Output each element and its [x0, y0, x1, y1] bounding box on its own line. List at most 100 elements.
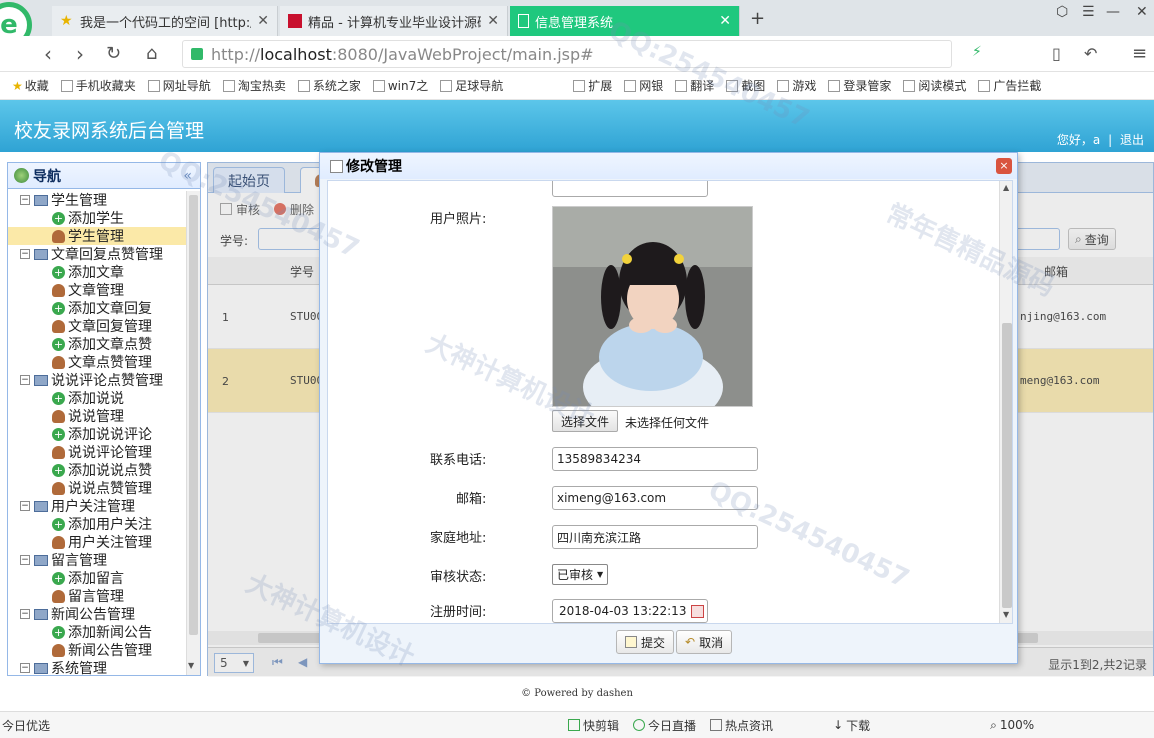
bookmark-item[interactable]: win7之 — [372, 77, 428, 94]
email-field[interactable]: ximeng@163.com — [552, 486, 758, 510]
user-icon — [52, 481, 65, 495]
nav-item[interactable]: 文章回复管理 — [8, 317, 186, 335]
phone-field[interactable]: 13589834234 — [552, 447, 758, 471]
status-item[interactable]: 热点资讯 — [710, 717, 773, 734]
nav-item[interactable]: + 添加用户关注 — [8, 515, 186, 533]
regtime-field[interactable]: 2018-04-03 13:22:13 — [552, 599, 708, 623]
tree-toggle-icon[interactable]: − — [20, 555, 30, 565]
zoom-control[interactable]: ⌕ 100% — [990, 718, 1034, 733]
nav-item[interactable]: 说说管理 — [8, 407, 186, 425]
tool-item[interactable]: 截图 — [726, 77, 765, 94]
refresh-icon[interactable]: ↻ — [106, 43, 121, 64]
tool-item[interactable]: 翻译 — [675, 77, 714, 94]
tool-item[interactable]: 阅读模式 — [903, 77, 966, 94]
nav-item[interactable]: + 添加说说 — [8, 389, 186, 407]
address-field[interactable]: 四川南充滨江路 — [552, 525, 758, 549]
bookmark-item[interactable]: 足球导航 — [440, 77, 503, 94]
home-icon[interactable]: ⌂ — [146, 43, 157, 64]
forward-icon[interactable]: › — [76, 42, 84, 66]
nav-scroll-thumb[interactable] — [189, 195, 198, 635]
nav-group[interactable]: − 新闻公告管理 — [8, 605, 186, 623]
tool-item[interactable]: 广告拦截 — [978, 77, 1041, 94]
nav-item[interactable]: + 添加说说评论 — [8, 425, 186, 443]
tree-toggle-icon[interactable]: − — [20, 375, 30, 385]
tree-toggle-icon[interactable]: − — [20, 249, 30, 259]
nav-item[interactable]: 说说评论管理 — [8, 443, 186, 461]
close-icon[interactable]: ✕ — [487, 13, 499, 29]
nav-group[interactable]: − 学生管理 — [8, 191, 186, 209]
nav-item[interactable]: 用户关注管理 — [8, 533, 186, 551]
menu-icon[interactable]: ☰ — [1082, 4, 1095, 20]
close-icon[interactable]: ✕ — [719, 13, 731, 29]
audit-status-select[interactable]: 已审核 ▼ — [552, 564, 609, 585]
nav-item[interactable]: + 添加学生 — [8, 209, 186, 227]
status-item[interactable]: 今日直播 — [633, 717, 696, 734]
shirt-skin-icon[interactable]: ⬡ — [1056, 4, 1068, 20]
tool-item[interactable]: 网银 — [624, 77, 663, 94]
collapse-icon[interactable]: « — [183, 168, 192, 184]
nav-item[interactable]: 说说点赞管理 — [8, 479, 186, 497]
dialog-close-button[interactable]: × — [996, 158, 1012, 174]
nav-item[interactable]: + 添加文章点赞 — [8, 335, 186, 353]
bookmark-item[interactable]: 系统之家 — [297, 77, 361, 94]
status-item[interactable]: ↓ 下载 — [833, 717, 870, 734]
nav-item[interactable]: + 添加新闻公告 — [8, 623, 186, 641]
choose-file-button[interactable]: 选择文件 — [552, 410, 619, 432]
bookmark-item[interactable]: 淘宝热卖 — [222, 77, 286, 94]
tool-item[interactable]: 游戏 — [777, 77, 816, 94]
nav-item[interactable]: 新闻公告管理 — [8, 641, 186, 659]
nav-item[interactable]: 文章管理 — [8, 281, 186, 299]
scroll-down-icon[interactable]: ▼ — [188, 661, 194, 670]
tree-toggle-icon[interactable]: − — [20, 609, 30, 619]
nav-item[interactable]: + 添加留言 — [8, 569, 186, 587]
nav-item[interactable]: + 添加说说点赞 — [8, 461, 186, 479]
bookmark-favorites[interactable]: ★ 收藏 — [12, 77, 49, 94]
dialog-scrollbar[interactable]: ▲ ▼ — [999, 181, 1012, 623]
close-icon[interactable]: ✕ — [257, 13, 269, 29]
nav-item[interactable]: + 添加文章回复 — [8, 299, 186, 317]
nav-group[interactable]: − 系统管理 — [8, 659, 186, 675]
tree-toggle-icon[interactable]: − — [20, 195, 30, 205]
nav-scrollbar[interactable]: ▼ — [186, 191, 200, 675]
nav-group[interactable]: − 文章回复点赞管理 — [8, 245, 186, 263]
hamburger-icon[interactable]: ≡ — [1132, 43, 1147, 64]
bookmark-item[interactable]: 网址导航 — [147, 77, 211, 94]
nav-group[interactable]: − 说说评论点赞管理 — [8, 371, 186, 389]
prev-field-input[interactable] — [552, 181, 708, 197]
add-icon: + — [52, 265, 65, 279]
submit-button[interactable]: 提交 — [616, 630, 675, 654]
nav-item[interactable]: + 添加文章 — [8, 263, 186, 281]
page-icon — [222, 79, 235, 92]
nav-group[interactable]: − 用户关注管理 — [8, 497, 186, 515]
scroll-up-icon[interactable]: ▲ — [1003, 183, 1009, 192]
tool-item[interactable]: 扩展 — [573, 77, 612, 94]
back-icon[interactable]: ‹ — [44, 42, 52, 66]
status-left-text[interactable]: 今日优选 — [2, 717, 50, 734]
app-title: 校友录网系统后台管理 — [14, 120, 205, 142]
nav-item[interactable]: 学生管理 — [8, 227, 186, 245]
tree-toggle-icon[interactable]: − — [20, 663, 30, 673]
page-icon — [60, 79, 73, 92]
minimize-icon[interactable]: — — [1106, 4, 1120, 20]
url-input[interactable]: http://localhost:8080/JavaWebProject/mai… — [182, 40, 952, 68]
tool-item[interactable]: 登录管家 — [828, 77, 891, 94]
logout-link[interactable]: 退出 — [1120, 133, 1144, 147]
browser-tab-1[interactable]: ★ 我是一个代码工的空间 [http://2 ✕ — [52, 6, 278, 36]
bookmark-item[interactable]: 手机收藏夹 — [60, 77, 136, 94]
calendar-icon[interactable] — [691, 604, 704, 618]
window-close-icon[interactable]: ✕ — [1136, 4, 1148, 20]
cancel-button[interactable]: ↶ 取消 — [676, 630, 733, 654]
browser-tab-2[interactable]: 精品 - 计算机专业毕业设计源码 ✕ — [280, 6, 508, 36]
nav-item[interactable]: 留言管理 — [8, 587, 186, 605]
nav-group[interactable]: − 留言管理 — [8, 551, 186, 569]
browser-tab-3[interactable]: 信息管理系统 ✕ — [510, 6, 740, 36]
nav-item[interactable]: 文章点赞管理 — [8, 353, 186, 371]
tree-toggle-icon[interactable]: − — [20, 501, 30, 511]
dialog-scroll-thumb[interactable] — [1002, 323, 1012, 608]
undo-icon[interactable]: ↶ — [1084, 44, 1097, 63]
scroll-down-icon[interactable]: ▼ — [1003, 610, 1009, 619]
status-item[interactable]: 快剪辑 — [568, 717, 619, 734]
speed-icon[interactable]: ⚡ — [972, 44, 982, 60]
mobile-icon[interactable]: ▯ — [1052, 44, 1061, 63]
new-tab-button[interactable]: + — [750, 8, 765, 29]
